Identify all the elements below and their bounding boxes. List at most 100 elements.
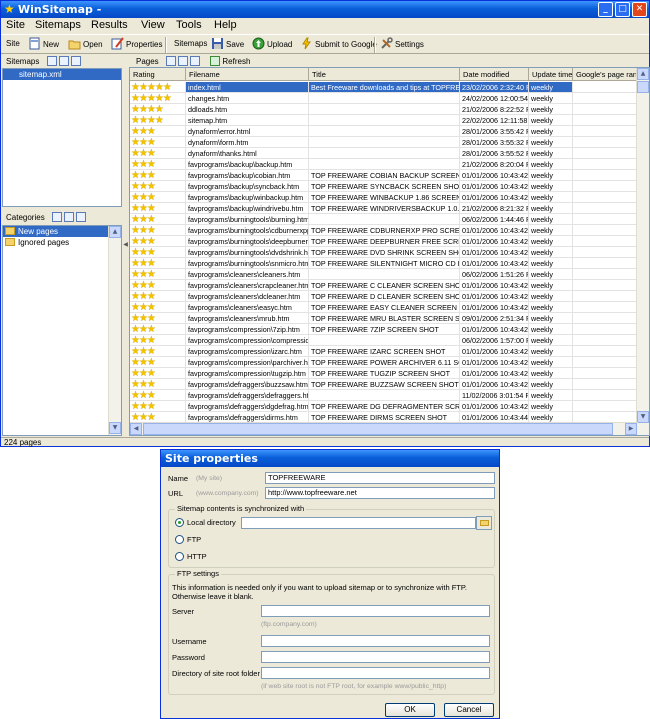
update-cell: weekly xyxy=(529,181,573,192)
table-row[interactable]: ★★★ favprograms\burningtools\dvdshrink.ht… xyxy=(130,247,638,258)
maximize-button[interactable]: □ xyxy=(615,2,630,17)
http-radio[interactable] xyxy=(175,552,184,561)
server-input[interactable] xyxy=(261,605,490,617)
category-item-new-pages[interactable]: New pages xyxy=(3,226,121,237)
table-row[interactable]: ★★★ favprograms\compression\parchiver.htm… xyxy=(130,357,638,368)
add-category-icon[interactable] xyxy=(51,212,62,222)
grid-vertical-scrollbar[interactable]: ▲ ▼ xyxy=(636,68,649,435)
add-sitemap-icon[interactable] xyxy=(46,56,57,66)
menu-sitemaps[interactable]: Sitemaps xyxy=(35,18,81,33)
edit-category-icon[interactable] xyxy=(75,212,86,222)
table-row[interactable]: ★★★ favprograms\cleaners\dcleaner.htm TOP … xyxy=(130,291,638,302)
ftp-radio[interactable] xyxy=(175,535,184,544)
table-row[interactable]: ★★★ favprograms\compression\izarc.htm TOP … xyxy=(130,346,638,357)
menu-help[interactable]: Help xyxy=(214,18,237,33)
menu-tools[interactable]: Tools xyxy=(176,18,202,33)
save-button[interactable]: Save xyxy=(211,37,244,53)
add-page-icon[interactable] xyxy=(165,56,176,66)
collapse-arrow-icon[interactable]: ◀ xyxy=(123,239,128,251)
table-row[interactable]: ★★★ favprograms\burningtools\burning.htm 0… xyxy=(130,214,638,225)
upload-button[interactable]: Upload xyxy=(252,37,292,53)
edit-page-icon[interactable] xyxy=(189,56,200,66)
menu-site[interactable]: Site xyxy=(6,18,25,33)
category-item-ignored-pages[interactable]: Ignored pages xyxy=(3,237,121,248)
title-cell: TOP FREEWARE SYNCBACK SCREEN SHOT xyxy=(309,181,460,192)
local-directory-radio[interactable] xyxy=(175,518,184,527)
submit-google-button[interactable]: Submit to Google xyxy=(300,37,377,53)
table-row[interactable]: ★★★ favprograms\backup\cobian.htm TOP FREE… xyxy=(130,170,638,181)
ok-button[interactable]: OK xyxy=(385,703,435,717)
sitemap-item[interactable]: sitemap.xml xyxy=(3,69,121,80)
scroll-down-arrow-icon[interactable]: ▼ xyxy=(637,411,649,423)
table-row[interactable]: ★★★ favprograms\backup\windrivebu.htm TOP … xyxy=(130,203,638,214)
cancel-button[interactable]: Cancel xyxy=(444,703,494,717)
table-row[interactable]: ★★★ favprograms\backup\winbackup.htm TOP F… xyxy=(130,192,638,203)
browse-button[interactable] xyxy=(476,516,492,530)
table-row[interactable]: ★★★ favprograms\backup\syncback.htm TOP FR… xyxy=(130,181,638,192)
panel-splitter[interactable]: ◀ xyxy=(122,54,129,436)
table-row[interactable]: ★★★ favprograms\cleaners\easyc.htm TOP FRE… xyxy=(130,302,638,313)
table-row[interactable]: ★★★★★ changes.htm 24/02/2006 12:00:54 weekl… xyxy=(130,93,638,104)
table-row[interactable]: ★★★ favprograms\defraggers\defraggers.htm… xyxy=(130,390,638,401)
categories-scrollbar[interactable]: ▲ ▼ xyxy=(108,226,121,435)
scroll-up-arrow-icon[interactable]: ▲ xyxy=(637,68,649,80)
url-input[interactable]: http://www.topfreeware.net xyxy=(265,487,495,499)
date-cell: 01/01/2006 10:43:42 xyxy=(460,181,529,192)
table-row[interactable]: ★★★★★ index.html Best Freeware downloads a… xyxy=(130,82,638,93)
scroll-thumb[interactable] xyxy=(143,423,613,435)
settings-button[interactable]: Settings xyxy=(380,37,424,53)
table-row[interactable]: ★★★ dynaform\form.htm 28/01/2006 3:55:32 P… xyxy=(130,137,638,148)
column-header-update[interactable]: Update time xyxy=(529,68,573,81)
menu-view[interactable]: View xyxy=(141,18,165,33)
table-row[interactable]: ★★★★ sitemap.htm 22/02/2006 12:11:58 weekly xyxy=(130,115,638,126)
table-row[interactable]: ★★★ favprograms\burningtools\cdburnerxpp T… xyxy=(130,225,638,236)
password-input[interactable] xyxy=(261,651,490,663)
remove-page-icon[interactable] xyxy=(177,56,188,66)
username-input[interactable] xyxy=(261,635,490,647)
rank-cell xyxy=(573,357,638,368)
date-cell: 01/01/2006 10:43:42 xyxy=(460,258,529,269)
table-row[interactable]: ★★★ favprograms\compression\7zip.htm TOP F… xyxy=(130,324,638,335)
scroll-right-arrow-icon[interactable]: ▶ xyxy=(625,423,637,435)
table-row[interactable]: ★★★ favprograms\burningtools\snmicro.htm T… xyxy=(130,258,638,269)
table-row[interactable]: ★★★ favprograms\cleaners\cleaners.htm 06/0… xyxy=(130,269,638,280)
grid-horizontal-scrollbar[interactable]: ◀ ▶ xyxy=(130,422,638,435)
close-button[interactable]: ✕ xyxy=(632,2,647,17)
table-row[interactable]: ★★★ favprograms\cleaners\crapcleaner.htm T… xyxy=(130,280,638,291)
rating-stars-icon: ★★★ xyxy=(131,335,156,346)
remove-sitemap-icon[interactable] xyxy=(58,56,69,66)
scroll-left-arrow-icon[interactable]: ◀ xyxy=(130,423,142,435)
table-row[interactable]: ★★★ dynaform\thanks.html 28/01/2006 3:55:5… xyxy=(130,148,638,159)
column-header-rating[interactable]: Rating xyxy=(130,68,186,81)
column-header-filename[interactable]: Filename xyxy=(186,68,309,81)
table-row[interactable]: ★★★ favprograms\backup\backup.htm 21/02/20… xyxy=(130,159,638,170)
table-row[interactable]: ★★★ favprograms\compression\compression. 0… xyxy=(130,335,638,346)
column-header-date[interactable]: Date modified xyxy=(460,68,529,81)
table-row[interactable]: ★★★★ ddloads.htm 21/02/2006 8:22:52 Pweekl… xyxy=(130,104,638,115)
table-row[interactable]: ★★★ dynaform\error.html 28/01/2006 3:55:42… xyxy=(130,126,638,137)
minimize-button[interactable]: _ xyxy=(598,2,613,17)
title-cell: TOP FREEWARE TUGZIP SCREEN SHOT xyxy=(309,368,460,379)
table-row[interactable]: ★★★ favprograms\defraggers\dgdefrag.htm TO… xyxy=(130,401,638,412)
root-directory-input[interactable] xyxy=(261,667,490,679)
properties-button[interactable]: Properties xyxy=(111,37,162,53)
table-row[interactable]: ★★★ favprograms\compression\tugzip.htm TOP… xyxy=(130,368,638,379)
new-button[interactable]: New xyxy=(28,37,59,53)
edit-sitemap-icon[interactable] xyxy=(70,56,81,66)
remove-category-icon[interactable] xyxy=(63,212,74,222)
column-header-title[interactable]: Title xyxy=(309,68,460,81)
table-row[interactable]: ★★★ favprograms\cleaners\mrub.htm TOP FREE… xyxy=(130,313,638,324)
scroll-up-arrow-icon[interactable]: ▲ xyxy=(109,226,121,238)
table-row[interactable]: ★★★ favprograms\defraggers\buzzsaw.htm TOP… xyxy=(130,379,638,390)
menu-results[interactable]: Results xyxy=(91,18,128,33)
name-input[interactable]: TOPFREEWARE xyxy=(265,472,495,484)
refresh-button[interactable]: Refresh xyxy=(208,56,250,66)
categories-list: New pages Ignored pages ▲ ▼ xyxy=(2,225,122,436)
scroll-down-arrow-icon[interactable]: ▼ xyxy=(109,422,121,434)
open-button[interactable]: Open xyxy=(68,37,103,53)
local-directory-input[interactable] xyxy=(241,517,476,529)
rating-cell: ★★★★ xyxy=(130,104,186,115)
table-row[interactable]: ★★★ favprograms\burningtools\deepburner.h… xyxy=(130,236,638,247)
scroll-thumb[interactable] xyxy=(637,81,649,93)
rating-stars-icon: ★★★ xyxy=(131,346,156,357)
